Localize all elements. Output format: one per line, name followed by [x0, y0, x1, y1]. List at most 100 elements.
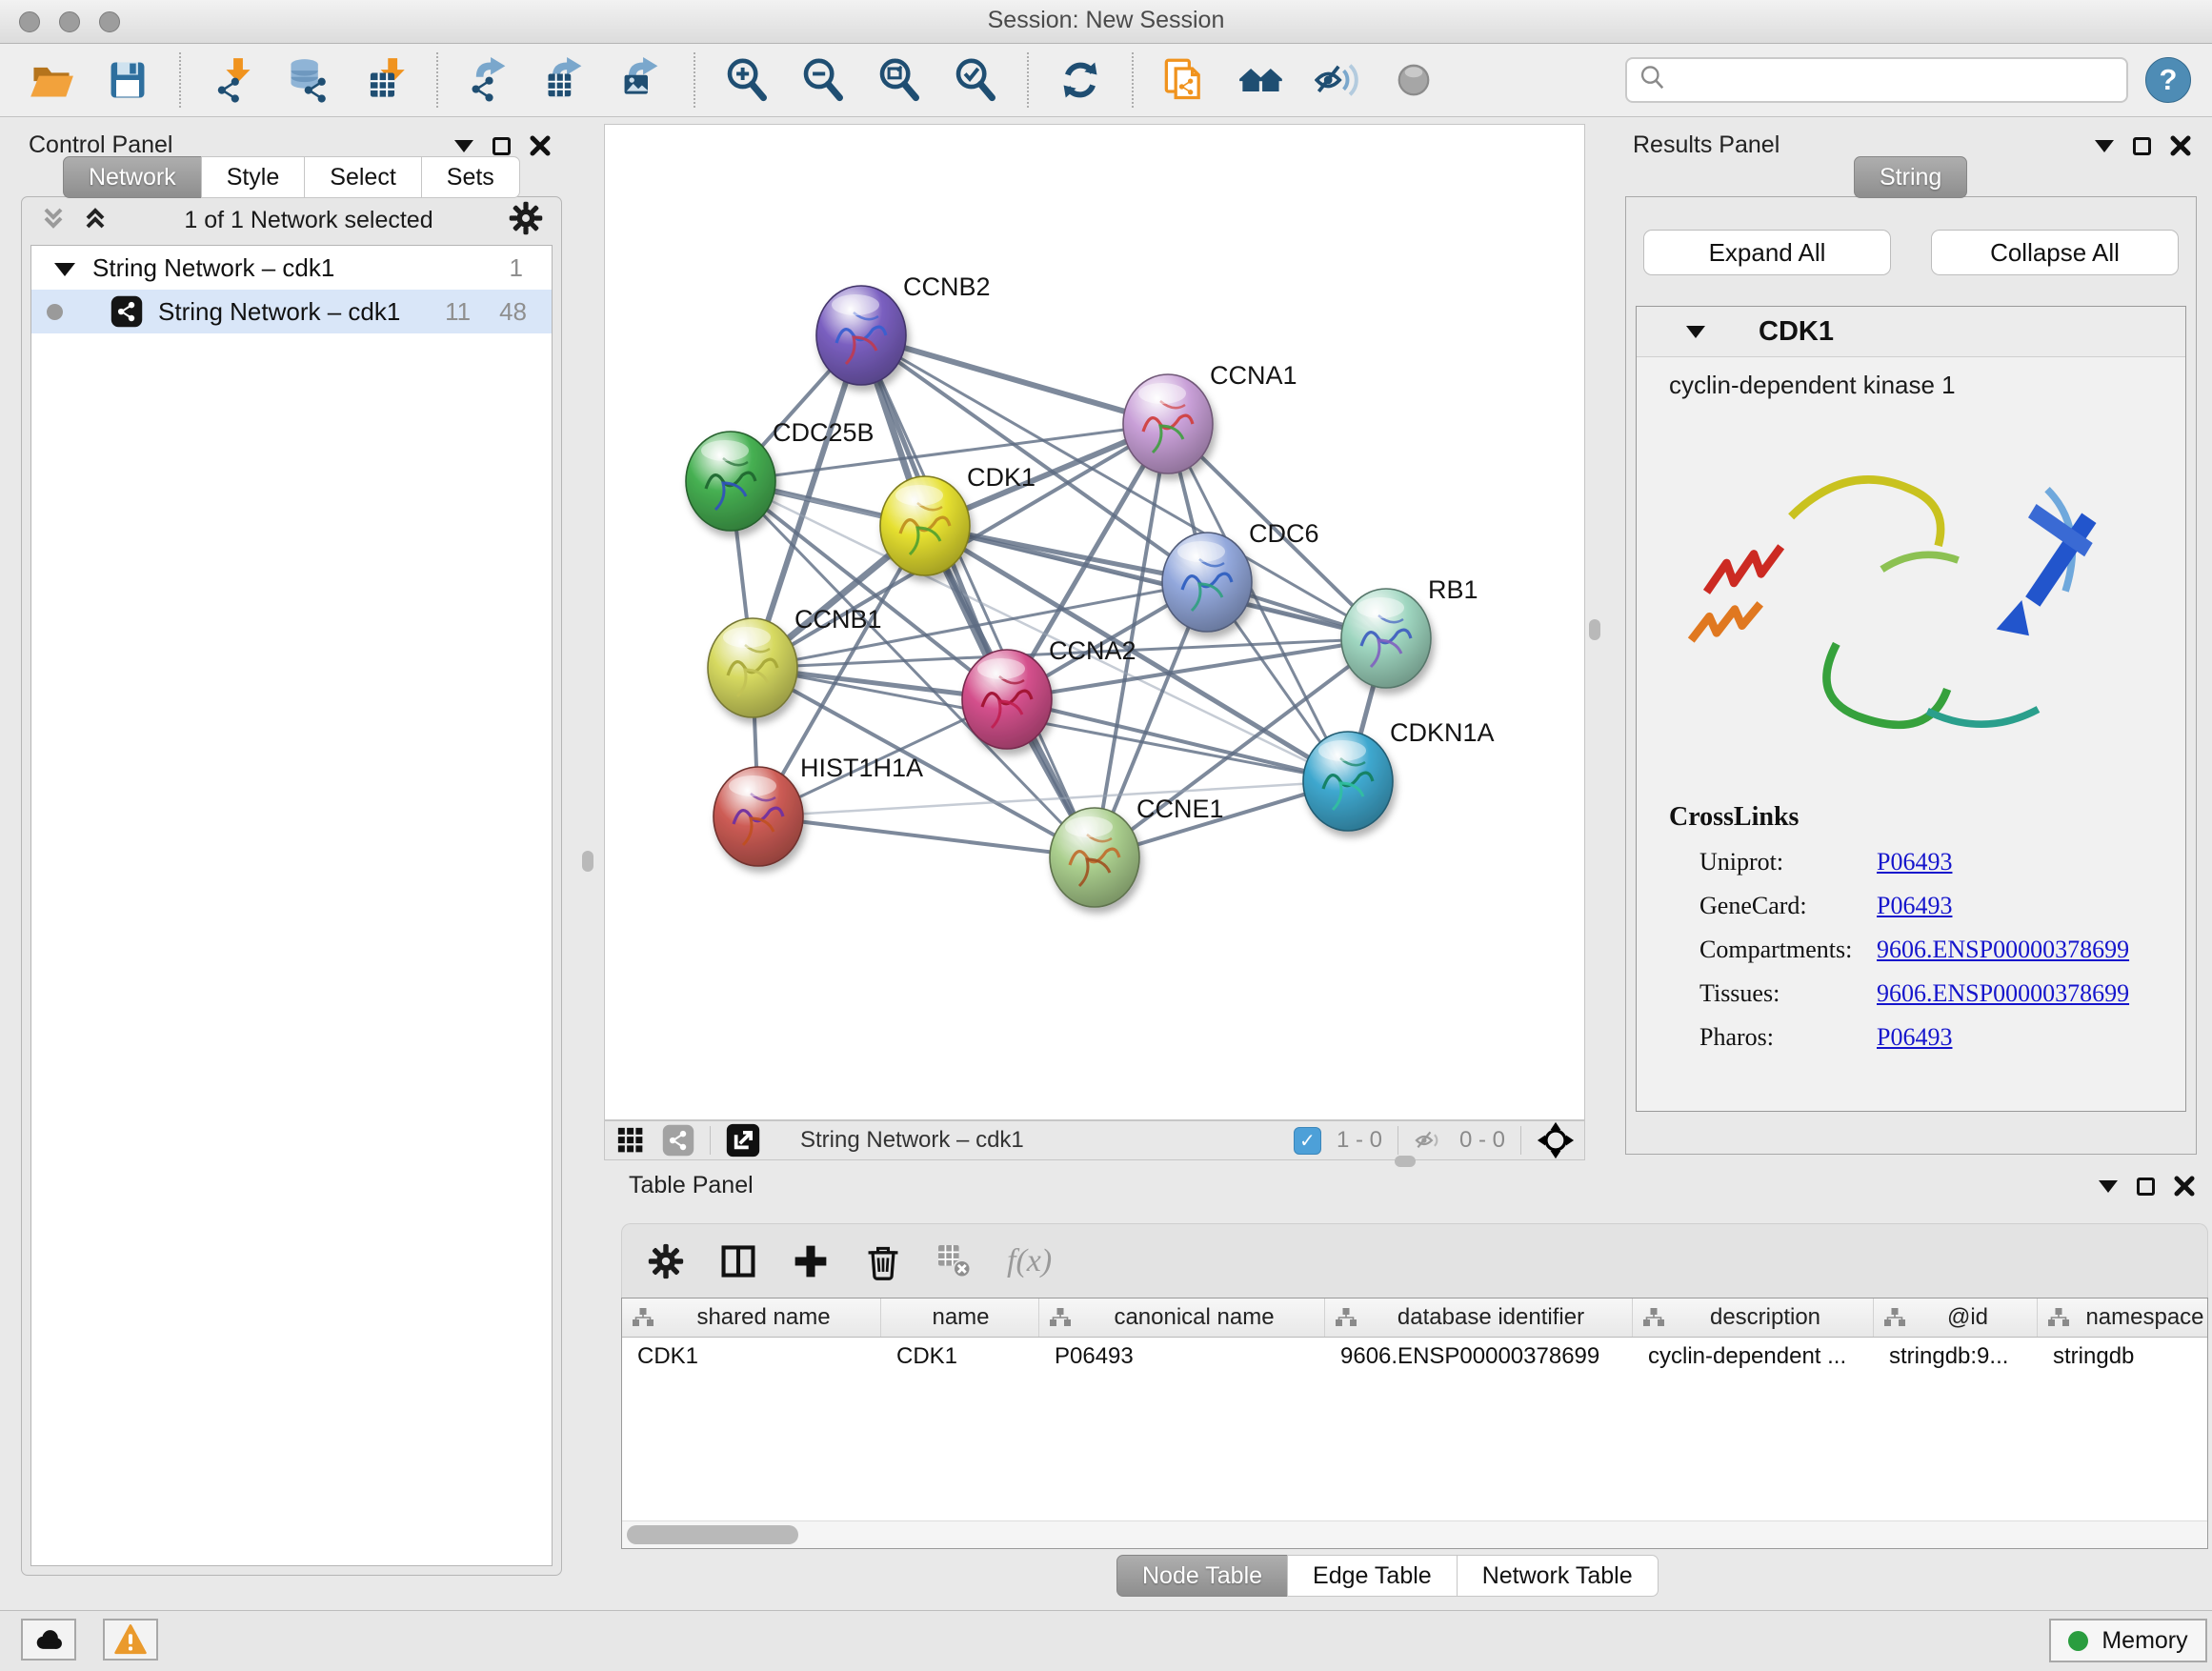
scrollbar-thumb[interactable] — [627, 1525, 798, 1544]
network-node-cdc6[interactable] — [1162, 533, 1252, 632]
crosslink-link[interactable]: 9606.ENSP00000378699 — [1877, 979, 2129, 1007]
tab-select[interactable]: Select — [304, 156, 421, 198]
gear-icon[interactable] — [647, 1242, 685, 1280]
network-node-ccna1[interactable] — [1123, 374, 1213, 473]
network-options-gear-icon[interactable] — [508, 200, 544, 241]
panel-menu-icon[interactable] — [454, 140, 473, 152]
network-status-dot-icon — [47, 304, 63, 320]
zoom-out-icon[interactable] — [798, 55, 848, 105]
expand-all-button[interactable]: Expand All — [1643, 230, 1891, 275]
open-session-icon[interactable] — [27, 55, 76, 105]
table-cell[interactable]: cyclin-dependent ... — [1633, 1338, 1874, 1376]
table-cell[interactable]: 9606.ENSP00000378699 — [1325, 1338, 1633, 1376]
network-node-rb1[interactable] — [1341, 589, 1431, 688]
tab-style[interactable]: Style — [201, 156, 306, 198]
zoom-fit-icon[interactable] — [875, 55, 924, 105]
column-header-name[interactable]: name — [881, 1299, 1039, 1337]
delete-column-icon[interactable] — [864, 1242, 902, 1280]
import-network-file-icon[interactable] — [208, 55, 257, 105]
tab-string[interactable]: String — [1854, 156, 1967, 198]
column-header-shared-name[interactable]: shared name — [622, 1299, 881, 1337]
collapse-all-networks-icon[interactable] — [39, 204, 68, 237]
add-column-icon[interactable] — [792, 1242, 830, 1280]
network-node-hist1h1a[interactable] — [714, 767, 803, 866]
column-header-canonical-name[interactable]: canonical name — [1039, 1299, 1325, 1337]
import-network-database-icon[interactable] — [284, 55, 333, 105]
node-label-ccnb1: CCNB1 — [794, 605, 882, 634]
float-panel-icon[interactable] — [493, 137, 511, 155]
tab-sets[interactable]: Sets — [421, 156, 520, 198]
table-cell[interactable]: CDK1 — [881, 1338, 1039, 1376]
expand-all-networks-icon[interactable] — [81, 204, 110, 237]
table-cell[interactable]: P06493 — [1039, 1338, 1325, 1376]
float-panel-icon[interactable] — [2133, 137, 2151, 155]
search-input[interactable] — [1677, 66, 2115, 94]
close-panel-icon[interactable] — [530, 135, 551, 156]
zoom-in-icon[interactable] — [722, 55, 772, 105]
open-in-new-icon[interactable] — [726, 1123, 760, 1158]
share-icon[interactable] — [662, 1124, 694, 1157]
network-node-ccnb2[interactable] — [816, 286, 906, 385]
network-view-canvas[interactable]: CCNB2 CCNA1 CDC25B CDK1 CDC6 RB1 CCNB1 C… — [604, 124, 1585, 1120]
column-header-namespace[interactable]: namespace — [2038, 1299, 2208, 1337]
network-node-ccne1[interactable] — [1050, 808, 1139, 907]
tab-network[interactable]: Network — [63, 156, 202, 198]
bottom-splitter-handle[interactable] — [1395, 1156, 1416, 1167]
collection-expander-icon[interactable] — [54, 263, 75, 276]
hidden-eye-wave-icon[interactable] — [1313, 55, 1362, 105]
cloud-button[interactable] — [21, 1619, 76, 1661]
warnings-button[interactable] — [103, 1619, 158, 1661]
close-panel-icon[interactable] — [2170, 135, 2191, 156]
selected-checkbox[interactable]: ✓ — [1294, 1127, 1321, 1155]
column-header-@id[interactable]: @id — [1874, 1299, 2038, 1337]
network-node-cdkn1a[interactable] — [1303, 732, 1393, 831]
memory-button[interactable]: Memory — [2049, 1619, 2207, 1662]
grid-icon[interactable] — [614, 1124, 647, 1157]
gray-sphere-icon[interactable] — [1389, 55, 1438, 105]
collapse-all-button[interactable]: Collapse All — [1931, 230, 2179, 275]
tab-edge-table[interactable]: Edge Table — [1287, 1555, 1458, 1597]
columns-icon[interactable] — [719, 1242, 757, 1280]
left-splitter-handle[interactable] — [582, 851, 593, 872]
crosslink-link[interactable]: 9606.ENSP00000378699 — [1877, 936, 2129, 963]
close-panel-icon[interactable] — [2174, 1176, 2195, 1197]
results-panel-title: Results Panel — [1633, 131, 1780, 159]
apply-layout-icon[interactable] — [1056, 55, 1105, 105]
section-expander-icon[interactable] — [1686, 326, 1705, 338]
double-home-icon[interactable] — [1237, 55, 1286, 105]
node-details-header[interactable]: CDK1 — [1637, 307, 2185, 357]
crosslink-link[interactable]: P06493 — [1877, 848, 1952, 876]
search-box[interactable] — [1625, 57, 2128, 103]
table-cell[interactable]: stringdb — [2038, 1338, 2208, 1376]
table-cell[interactable]: stringdb:9... — [1874, 1338, 2038, 1376]
network-graph[interactable]: CCNB2 CCNA1 CDC25B CDK1 CDC6 RB1 CCNB1 C… — [605, 125, 1584, 1119]
birdseye-icon[interactable] — [1537, 1121, 1575, 1159]
column-header-database-identifier[interactable]: database identifier — [1325, 1299, 1633, 1337]
export-network-icon[interactable] — [465, 55, 514, 105]
import-table-file-icon[interactable] — [360, 55, 410, 105]
network-node-ccnb1[interactable] — [708, 618, 797, 717]
network-node-cdc25b[interactable] — [686, 432, 775, 531]
export-image-icon[interactable] — [617, 55, 667, 105]
help-button[interactable]: ? — [2145, 57, 2191, 103]
tab-network-table[interactable]: Network Table — [1457, 1555, 1659, 1597]
export-table-icon[interactable] — [541, 55, 591, 105]
panel-menu-icon[interactable] — [2099, 1180, 2118, 1193]
zoom-selected-icon[interactable] — [951, 55, 1000, 105]
network-collection-row[interactable]: String Network – cdk1 1 — [31, 246, 552, 290]
crosslink-link[interactable]: P06493 — [1877, 1023, 1952, 1051]
column-header-description[interactable]: description — [1633, 1299, 1874, 1337]
panel-menu-icon[interactable] — [2095, 140, 2114, 152]
stringapp-document-icon[interactable] — [1160, 55, 1210, 105]
network-node-ccna2[interactable] — [962, 650, 1052, 749]
tab-node-table[interactable]: Node Table — [1116, 1555, 1288, 1597]
float-panel-icon[interactable] — [2137, 1178, 2155, 1196]
save-session-icon[interactable] — [103, 55, 152, 105]
node-label-cdkn1a: CDKN1A — [1390, 718, 1495, 747]
network-node-cdk1[interactable] — [880, 476, 970, 575]
table-cell[interactable]: CDK1 — [622, 1338, 881, 1376]
right-splitter-handle[interactable] — [1589, 619, 1600, 640]
table-horizontal-scrollbar[interactable] — [622, 1520, 2207, 1548]
crosslink-link[interactable]: P06493 — [1877, 892, 1952, 919]
network-row[interactable]: String Network – cdk1 11 48 — [31, 290, 552, 333]
